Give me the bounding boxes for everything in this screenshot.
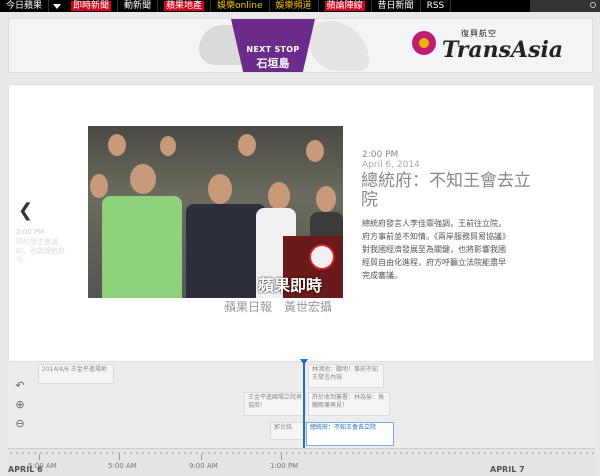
nav-item-realestate-label: 蘋果地產 <box>164 1 205 11</box>
photo-person <box>268 182 290 210</box>
photo-person <box>160 136 176 156</box>
nav-item-ent-channel-label: 娛樂頻道 <box>275 1 312 11</box>
axis-dots <box>8 451 595 455</box>
timeline-card-text: 林鴻池：聽明！事前不知王發言內容 <box>312 366 379 381</box>
nav-item-ent-channel[interactable]: 娛樂頻道 <box>270 0 319 12</box>
axis-tick-label: 1:00 PM <box>270 462 299 470</box>
photo-person <box>316 186 336 212</box>
photo-person <box>90 174 108 198</box>
map-graphic-2 <box>309 21 369 71</box>
transasia-logo-icon <box>412 31 436 55</box>
photo-person <box>208 174 232 204</box>
page-root: 今日蘋果 即時新聞 動新聞 蘋果地產 娛樂online 娛樂頻道 蘋論陣線 昔日… <box>0 0 600 476</box>
chevron-down-icon[interactable] <box>53 3 62 9</box>
timeline-card[interactable]: 王金平進國場立院再協商！ <box>244 392 306 416</box>
axis-day-end: APRIL 7 <box>490 465 525 474</box>
zoom-out-icon[interactable]: ⊖ <box>12 416 28 432</box>
search-input[interactable] <box>530 0 600 12</box>
next-stop-city: 石垣島 <box>256 57 290 70</box>
article-title: 總統府：不知王會去立院 <box>361 171 531 210</box>
search-icon[interactable] <box>590 2 596 8</box>
axis-day-start: APRIL 6 <box>8 465 43 474</box>
timeline-card-text: 王金平進國場立院再協商！ <box>248 394 303 409</box>
photo-person <box>108 134 126 156</box>
nav-item-breaking[interactable]: 即時新聞 <box>65 0 119 12</box>
tick-mark <box>39 454 40 460</box>
tick-mark <box>119 454 120 460</box>
timeline-card[interactable]: 2014/4/6 王金平進場地 <box>38 364 114 384</box>
article-time: 2:00 PM <box>362 150 399 160</box>
nav-item-opinion[interactable]: 蘋論陣線 <box>319 0 372 12</box>
nav-item-realestate[interactable]: 蘋果地產 <box>158 0 212 12</box>
photo-person <box>130 164 156 194</box>
nav-item-today[interactable]: 今日蘋果 <box>0 0 50 12</box>
photo-caption: 蘋果日報 黃世宏攝 <box>224 300 333 314</box>
timeline-card-text: 總統府：不知王會去立院 <box>310 424 377 431</box>
timeline[interactable]: ↶ ⊕ ⊖ 2014/4/6 王金平進場地 林鴻池：聽明！事前不知王發言內容 王… <box>8 362 595 458</box>
top-nav: 今日蘋果 即時新聞 動新聞 蘋果地產 娛樂online 娛樂頻道 蘋論陣線 昔日… <box>0 0 600 12</box>
tick-mark <box>281 454 282 460</box>
timeline-axis[interactable]: 5:00 AM 5:00 AM 9:00 AM 1:00 PM APRIL 6 … <box>8 448 595 476</box>
prev-story-arrow-icon[interactable]: ❮ <box>18 200 33 221</box>
prev-story-time: 2:00 PM <box>16 228 45 236</box>
timeline-card-text: 許於收到簽署：林為偷：角顏兩兼再見！ <box>312 394 385 409</box>
timeline-card-text: 2014/4/6 王金平進場地 <box>42 366 107 373</box>
tick-mark <box>201 454 202 460</box>
timeline-card[interactable]: 許於收到簽署：林為偷：角顏兩兼再見！ <box>308 392 390 416</box>
nav-item-ent-online-label: 娛樂online <box>217 1 263 11</box>
ad-banner[interactable]: NEXT STOP 石垣島 復興航空 TransAsia <box>8 18 593 73</box>
brand-name-en: TransAsia <box>442 37 564 63</box>
photo-person-body <box>102 196 182 298</box>
next-stop-label: NEXT STOP <box>246 45 300 54</box>
article-date: April 6, 2014 <box>362 160 420 170</box>
timeline-card[interactable]: 林鴻池：聽明！事前不知王發言內容 <box>308 364 384 388</box>
photo-person <box>306 140 324 162</box>
photo-person-body <box>186 204 266 298</box>
nav-item-rss[interactable]: RSS <box>421 0 452 12</box>
photo-watermark: 蘋果即時 <box>258 276 323 295</box>
nav-item-ent-online[interactable]: 娛樂online <box>211 0 270 12</box>
timeline-tools: ↶ ⊕ ⊖ <box>8 378 30 435</box>
axis-tick-label: 5:00 AM <box>108 462 137 470</box>
timeline-card-active[interactable]: 總統府：不知王會去立院 <box>306 422 394 446</box>
nav-item-opinion-label: 蘋論陣線 <box>324 1 365 11</box>
article-body: 總統府發言人李佳霏強調，王前往立院，府方事前並不知情。《兩岸服務貿易協議》對我國… <box>362 219 510 280</box>
undo-arrow-icon[interactable]: ↶ <box>12 378 28 394</box>
prev-story-snippet: 四的學生會議的，別為總統府今... <box>16 238 65 264</box>
zoom-in-icon[interactable]: ⊕ <box>12 397 28 413</box>
timeline-card[interactable]: 郭台銘 <box>270 422 306 440</box>
next-stop-badge: NEXT STOP 石垣島 <box>231 19 315 72</box>
axis-tick-label: 9:00 AM <box>189 462 218 470</box>
timeline-current-marker <box>303 362 305 458</box>
nav-item-breaking-label: 即時新聞 <box>71 1 112 11</box>
timeline-card-text: 郭台銘 <box>274 424 293 431</box>
legislative-yuan-seal-icon <box>309 244 335 270</box>
nav-item-archive[interactable]: 昔日新聞 <box>372 0 421 12</box>
nav-item-motion-news[interactable]: 動新聞 <box>118 0 159 12</box>
photo-person <box>238 134 256 156</box>
